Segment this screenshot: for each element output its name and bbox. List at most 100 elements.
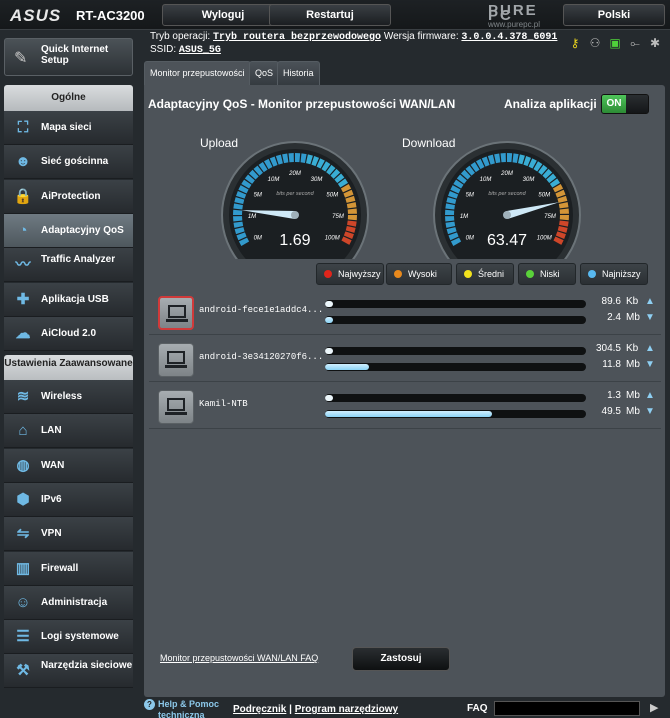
tab-bandwidth-monitor[interactable]: Monitor przepustowości bbox=[144, 61, 251, 85]
tab-history[interactable]: Historia bbox=[277, 61, 320, 85]
ssid-label: SSID: bbox=[150, 44, 177, 55]
device-avatar[interactable] bbox=[158, 343, 194, 377]
ssid-link[interactable]: ASUS_5G bbox=[179, 45, 221, 56]
firmware-link[interactable]: 3.0.0.4.378_6091 bbox=[461, 32, 557, 43]
sidebar-item-firewall[interactable]: ▥ Firewall bbox=[4, 551, 133, 586]
download-value: 11.8 bbox=[602, 359, 621, 370]
footer-separator: | bbox=[289, 704, 292, 715]
device-row[interactable]: Kamil-NTB 1.3 Mb ▲ 49.5 Mb ▼ bbox=[149, 385, 661, 429]
sidebar-item-wan[interactable]: ◍ WAN bbox=[4, 448, 133, 483]
gauge-tick-label: 20M bbox=[500, 171, 513, 177]
gauge-tick-label: 20M bbox=[288, 171, 301, 177]
tab-qos[interactable]: QoS bbox=[249, 61, 280, 85]
sidebar-item-vpn[interactable]: ⇋ VPN bbox=[4, 517, 133, 552]
gauge-hub bbox=[291, 211, 299, 219]
priority-highest: Najwyższy bbox=[316, 263, 384, 285]
device-avatar[interactable] bbox=[158, 296, 194, 330]
sidebar-item-sieć-gościnna[interactable]: ☻ Sieć gościnna bbox=[4, 145, 133, 180]
help-support-link[interactable]: ? Help & Pomoc techniczna bbox=[144, 699, 219, 718]
download-bar-fill bbox=[325, 317, 333, 323]
apply-button[interactable]: Zastosuj bbox=[352, 647, 450, 671]
download-bar-fill bbox=[325, 364, 370, 370]
sidebar-item-ipv6[interactable]: ⬢ IPv6 bbox=[4, 482, 133, 517]
settings-icon[interactable]: ✱ bbox=[648, 36, 662, 51]
download-arrow-icon: ▼ bbox=[645, 406, 655, 417]
utility-link[interactable]: Program narzędziowy bbox=[295, 704, 398, 715]
priority-high: Wysoki bbox=[386, 263, 452, 285]
device-name: Kamil-NTB bbox=[199, 399, 248, 409]
device-avatar[interactable] bbox=[158, 390, 194, 424]
wifi-icon: ≋ bbox=[16, 388, 30, 405]
sidebar-item-aplikacja-usb[interactable]: ✚ Aplikacja USB bbox=[4, 282, 133, 317]
restart-button[interactable]: Restartuj bbox=[269, 4, 391, 26]
manual-link[interactable]: Podręcznik bbox=[233, 704, 286, 715]
download-arrow-icon: ▼ bbox=[645, 359, 655, 370]
upload-unit: Kb bbox=[626, 343, 639, 354]
priority-high-dot bbox=[394, 270, 402, 278]
home-icon: ⌂ bbox=[18, 422, 28, 440]
upload-arrow-icon: ▲ bbox=[645, 390, 655, 401]
gauge-tick-label: 100M bbox=[325, 236, 340, 242]
faq-search-input[interactable] bbox=[494, 701, 640, 716]
gauge-tick-label: 5M bbox=[254, 193, 262, 199]
upload-unit: Mb bbox=[626, 390, 640, 401]
sidebar-item-label: AiProtection bbox=[41, 190, 101, 202]
logout-button[interactable]: Wyloguj bbox=[162, 4, 284, 26]
sidebar-item-wireless[interactable]: ≋ Wireless bbox=[4, 380, 133, 414]
faq-go-icon[interactable]: ▶ bbox=[650, 701, 658, 714]
key-icon[interactable]: ⚷ bbox=[568, 36, 582, 51]
chart-icon: 〰 bbox=[15, 256, 31, 274]
priority-high-label: Wysoki bbox=[408, 269, 437, 279]
sidebar-item-label: WAN bbox=[41, 459, 65, 471]
gauge-segment bbox=[445, 209, 455, 215]
sidebar-item-logi-systemowe[interactable]: ☰ Logi systemowe bbox=[4, 620, 133, 655]
status-icons: ⚷ ⚇ ▣ ⟜ ✱ bbox=[568, 36, 662, 51]
gauge-tick-label: 50M bbox=[538, 193, 550, 199]
gauge-tick-label: 10M bbox=[268, 177, 280, 183]
gauge-tick-label: 30M bbox=[523, 177, 535, 183]
priority-highest-label: Najwyższy bbox=[338, 269, 381, 279]
advanced-section-heading: Ustawienia Zaawansowane bbox=[4, 355, 133, 383]
priority-low-label: Niski bbox=[540, 269, 560, 279]
download-value: 49.5 bbox=[601, 406, 621, 417]
sidebar-item-label: Narzędzia sieciowe bbox=[41, 660, 133, 672]
device-row[interactable]: android-fece1e1addc4... 89.6 Kb ▲ 2.4 Mb… bbox=[149, 291, 661, 335]
device-name: android-3e34120270f6... bbox=[199, 352, 324, 362]
network-clients-icon[interactable]: ⚇ bbox=[588, 36, 602, 51]
gauge-tick-label: 0M bbox=[254, 236, 262, 242]
log-icon: ☰ bbox=[16, 628, 30, 646]
toggle-knob bbox=[626, 95, 648, 113]
network-map-icon: ⛶ bbox=[17, 119, 29, 136]
mode-link[interactable]: Tryb routera bezprzewodowego bbox=[213, 32, 381, 43]
bandwidth-faq-link[interactable]: Monitor przepustowości WAN/LAN FAQ bbox=[160, 653, 318, 663]
language-select[interactable]: Polski bbox=[563, 4, 665, 26]
app-analysis-label: Analiza aplikacji bbox=[504, 97, 597, 111]
mode-label: Tryb operacji: bbox=[150, 31, 211, 42]
upload-bar-fill bbox=[325, 348, 333, 354]
priority-lowest-label: Najniższy bbox=[602, 269, 641, 279]
download-value: 2.4 bbox=[607, 312, 621, 323]
gauge-segment bbox=[288, 153, 294, 163]
gauge-segment bbox=[507, 153, 513, 163]
general-section-heading: Ogólne bbox=[4, 85, 133, 111]
sidebar-item-aiprotection[interactable]: 🔒 AiProtection bbox=[4, 179, 133, 214]
gauge-tick-label: 50M bbox=[326, 193, 338, 199]
sidebar-item-lan[interactable]: ⌂ LAN bbox=[4, 414, 133, 449]
usb-icon[interactable]: ⟜ bbox=[628, 36, 642, 51]
sidebar-item-narzędzia-sieciowe[interactable]: ⚒ Narzędzia sieciowe bbox=[4, 654, 133, 689]
admin-icon: ☺ bbox=[15, 593, 31, 611]
gauge-segment bbox=[233, 209, 243, 215]
sidebar-item-traffic-analyzer[interactable]: 〰 Traffic Analyzer bbox=[4, 248, 133, 283]
priority-medium-label: Średni bbox=[478, 269, 505, 279]
sidebar-item-administracja[interactable]: ☺ Administracja bbox=[4, 585, 133, 620]
device-row[interactable]: android-3e34120270f6... 304.5 Kb ▲ 11.8 … bbox=[149, 338, 661, 382]
priority-highest-dot bbox=[324, 270, 332, 278]
sidebar-item-aicloud-2-0[interactable]: ☁ AiCloud 2.0 bbox=[4, 316, 133, 351]
sidebar-item-mapa-sieci[interactable]: ⛶ Mapa sieci bbox=[4, 111, 133, 145]
sidebar-item-adaptacyjny-qos[interactable]: ◔ Adaptacyjny QoS bbox=[4, 213, 133, 248]
app-analysis-toggle[interactable]: ON bbox=[601, 94, 649, 114]
wan-status-icon[interactable]: ▣ bbox=[608, 36, 622, 51]
quick-internet-setup-button[interactable]: ✎ Quick Internet Setup bbox=[4, 38, 133, 76]
upload-value: 1.3 bbox=[607, 390, 621, 401]
gauge-tick-label: 1M bbox=[248, 214, 256, 220]
